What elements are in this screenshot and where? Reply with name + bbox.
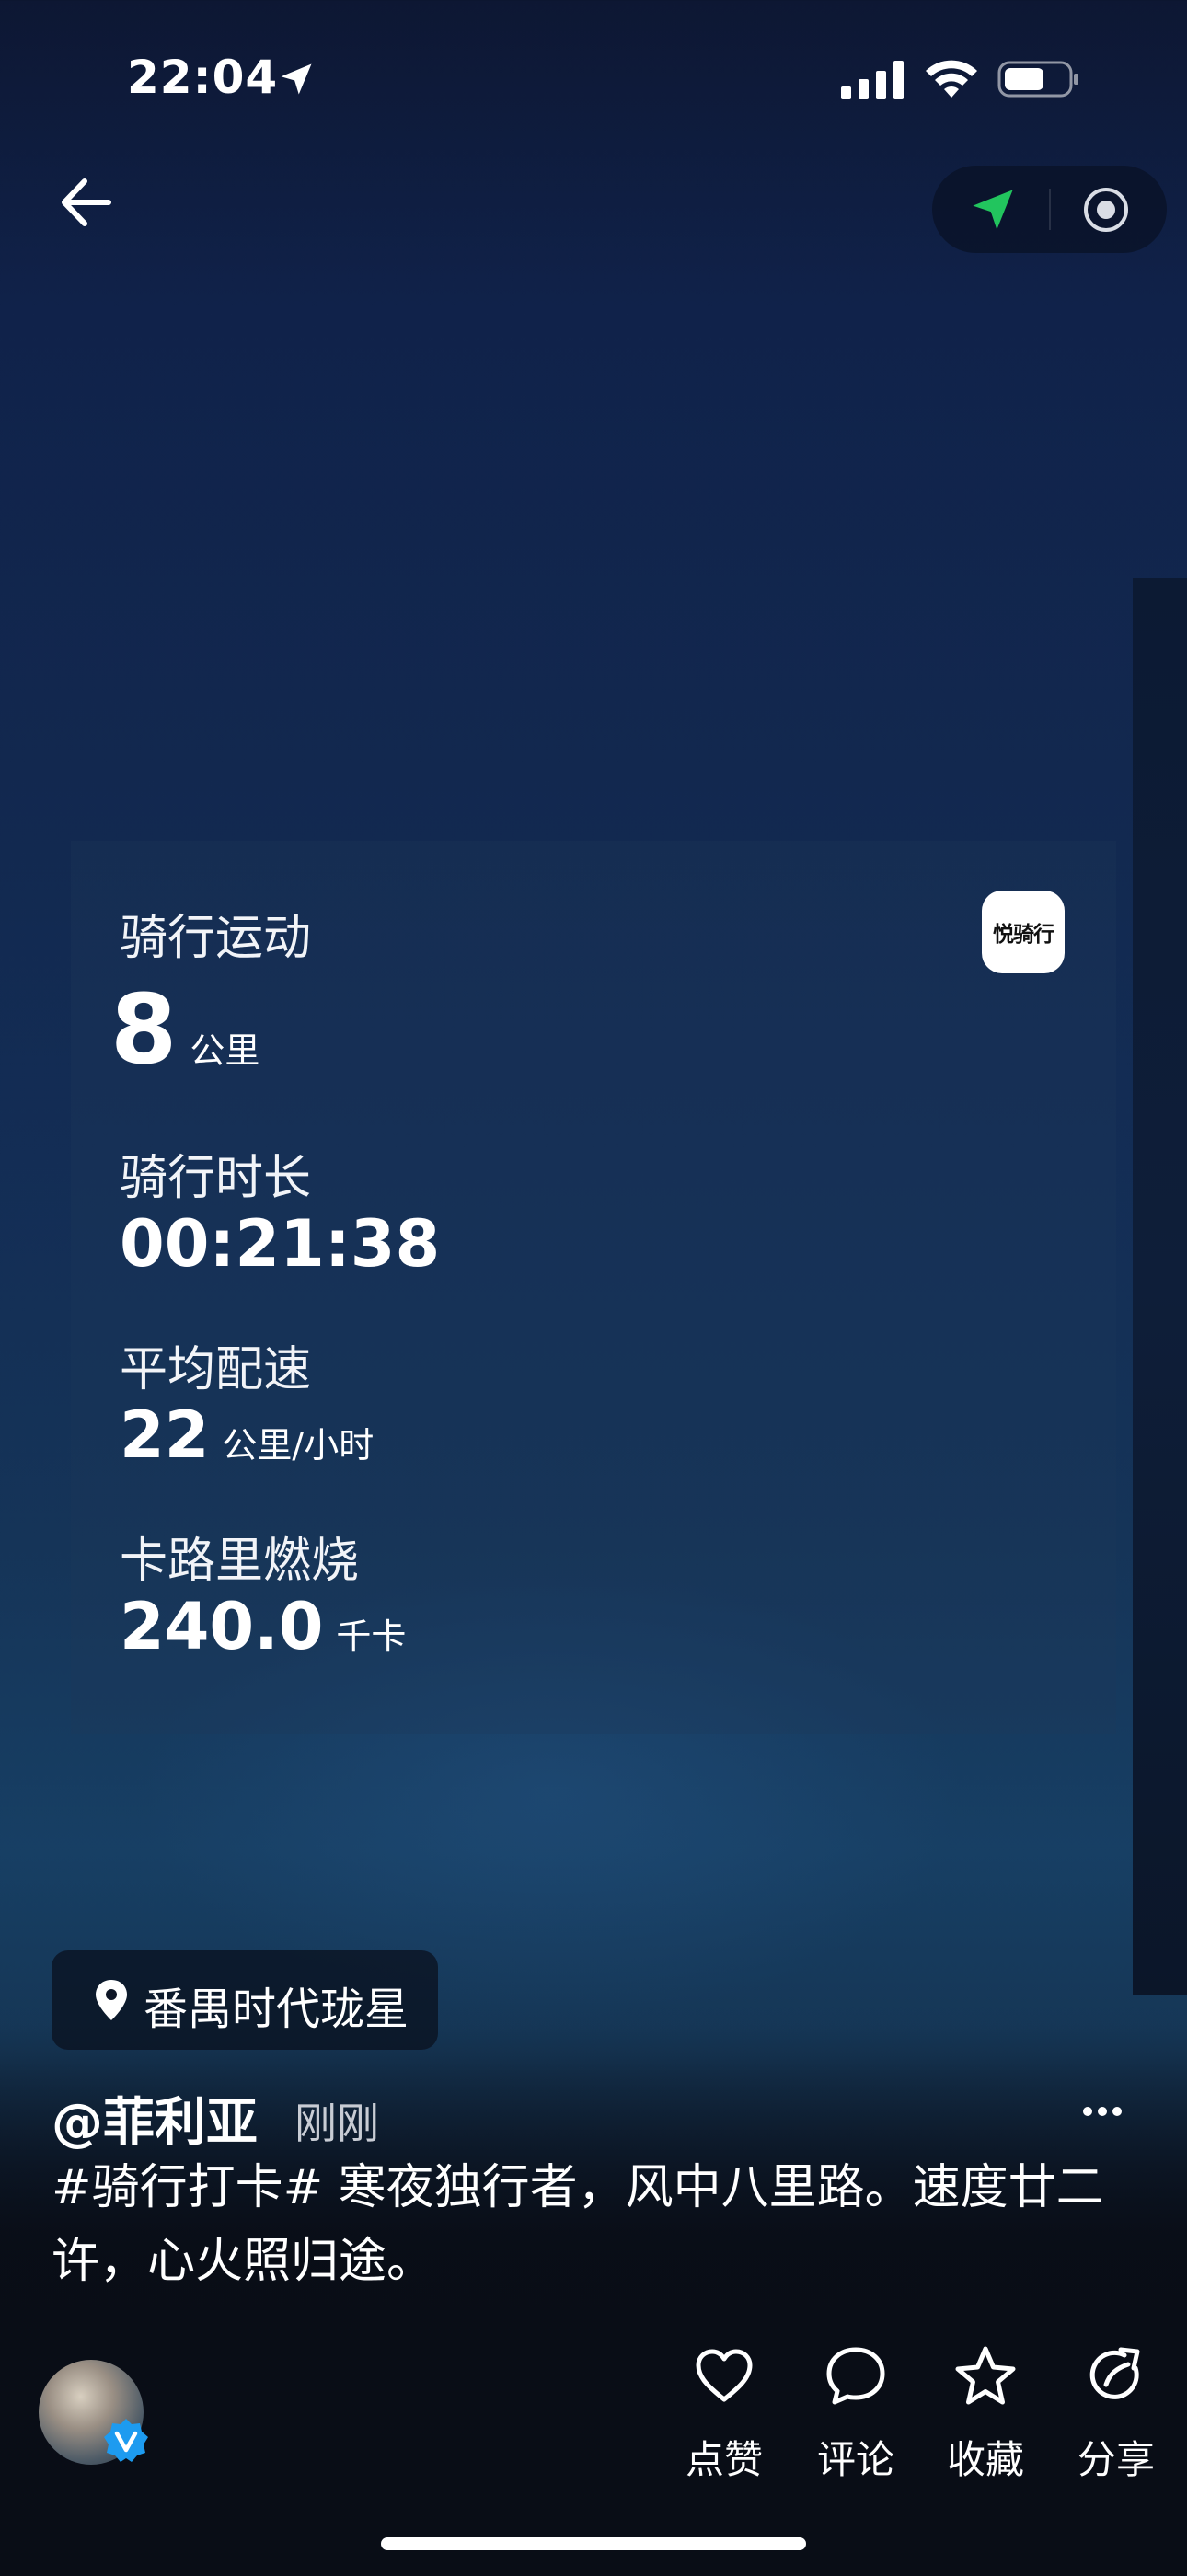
- map-pin-icon: [96, 1980, 127, 2020]
- calories-label: 卡路里燃烧: [120, 1534, 360, 1589]
- favorite-button[interactable]: 收藏: [930, 2344, 1041, 2482]
- avatar[interactable]: [39, 2360, 148, 2465]
- like-label: 点赞: [685, 2437, 763, 2482]
- favorite-label: 收藏: [946, 2437, 1024, 2482]
- wifi-icon: [926, 60, 977, 98]
- distance-unit: 公里: [190, 1030, 260, 1071]
- home-indicator[interactable]: [381, 2537, 806, 2550]
- post-caption: #骑行打卡# 寒夜独行者，风中八里路。速度廿二许，心火照归途。: [52, 2160, 1104, 2289]
- navigation-icon[interactable]: [969, 186, 1017, 234]
- capsule-divider: [1049, 189, 1051, 230]
- duration-value: 00:21:38: [120, 1206, 441, 1282]
- comment-label: 评论: [816, 2437, 894, 2482]
- calories-value: 240.0 千卡: [120, 1589, 407, 1664]
- top-right-capsule: [932, 166, 1167, 253]
- share-label: 分享: [1077, 2437, 1155, 2482]
- app-logo: 悦骑行: [982, 891, 1065, 973]
- location-name: 番禺时代珑星: [144, 1984, 409, 2035]
- back-arrow-icon[interactable]: [55, 170, 120, 235]
- status-time: 22:04: [127, 51, 279, 104]
- location-arrow-icon: [281, 63, 312, 95]
- next-media-edge: [1133, 578, 1187, 1995]
- share-icon: [1089, 2347, 1140, 2399]
- ride-stats-card: 悦骑行 骑行运动 8 公里 骑行时长 00:21:38 平均配速 22 公里/小时 …: [71, 841, 1116, 1734]
- signal-icon: [841, 61, 904, 99]
- verified-icon: [104, 2419, 148, 2462]
- share-button[interactable]: 分享: [1061, 2344, 1171, 2482]
- star-icon: [955, 2346, 1016, 2405]
- sport-type-label: 骑行运动: [120, 911, 312, 966]
- comment-icon: [826, 2347, 885, 2405]
- comment-button[interactable]: 评论: [801, 2344, 911, 2482]
- battery-icon: [997, 61, 1078, 98]
- pace-unit: 公里/小时: [222, 1425, 375, 1466]
- more-icon[interactable]: [1080, 2098, 1124, 2125]
- distance-value: 8 公里: [110, 973, 260, 1086]
- pace-label: 平均配速: [120, 1342, 312, 1397]
- location-tag[interactable]: 番禺时代珑星: [52, 1950, 438, 2050]
- author-username[interactable]: @菲利亚: [52, 2081, 258, 2156]
- like-button[interactable]: 点赞: [669, 2344, 779, 2482]
- duration-label: 骑行时长: [120, 1151, 312, 1206]
- post-time: 刚刚: [294, 2099, 379, 2148]
- pace-value: 22 公里/小时: [120, 1397, 375, 1473]
- calories-unit: 千卡: [336, 1616, 407, 1657]
- heart-icon: [696, 2349, 753, 2402]
- record-icon[interactable]: [1082, 186, 1130, 234]
